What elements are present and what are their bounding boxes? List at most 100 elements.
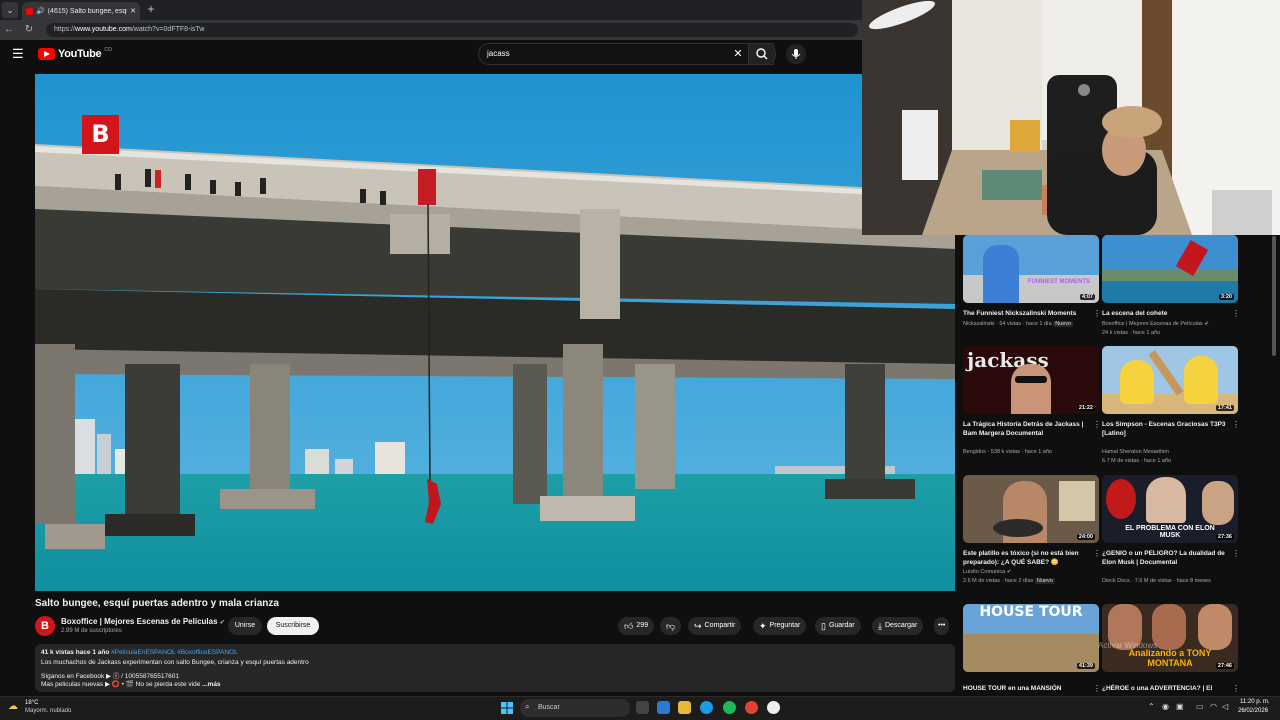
url-field[interactable]: https://www.youtube.com/watch?v=0dFTF8-i… xyxy=(46,23,858,37)
clear-search-icon[interactable]: ✕ xyxy=(731,46,745,62)
recommendation-channel: Hamal Sheraton Mesarthim xyxy=(1102,449,1169,455)
recommendation-stats: 2.6 M de vistas · hace 2 días Nuevo xyxy=(963,577,1099,585)
webcam-scene xyxy=(862,0,1280,235)
edge-icon[interactable] xyxy=(700,701,713,714)
kebab-menu-icon[interactable]: ⋮ xyxy=(1093,549,1101,558)
tray-app-icon[interactable]: ◉ xyxy=(1162,702,1169,711)
taskbar-date[interactable]: 26/02/2026 xyxy=(1238,708,1268,714)
reload-icon[interactable]: ↻ xyxy=(22,22,36,38)
new-tab-button[interactable]: + xyxy=(144,2,158,16)
video-thumbnail[interactable]: Analizando a TONY MONTANA 27:46 xyxy=(1102,604,1238,672)
search-input[interactable]: jacass xyxy=(478,43,774,65)
recommendation-title[interactable]: HOUSE TOUR en una MANSIÓN xyxy=(963,684,1089,693)
video-thumbnail[interactable]: 17:41 xyxy=(1102,346,1238,414)
join-button[interactable]: Unirse xyxy=(228,617,262,635)
url-scheme: https:// xyxy=(54,26,76,33)
recommendation-meta: Dieck Docs · 7.6 M de vistas · hace 8 me… xyxy=(1102,578,1211,584)
video-thumbnail[interactable]: HOUSE TOUR 41:39 xyxy=(963,604,1099,672)
recommendation-title[interactable]: ¿HÉROE o una ADVERTENCIA? | El xyxy=(1102,684,1228,693)
video-thumbnail[interactable]: FUNNIEST MOMENTS 4:07 xyxy=(963,235,1099,303)
spotify-icon[interactable] xyxy=(723,701,736,714)
save-button[interactable]: ▯ Guardar xyxy=(815,617,861,635)
dislike-button[interactable]: 👎︎ xyxy=(660,617,682,635)
task-view-icon[interactable] xyxy=(636,701,649,714)
weather-cloud-icon[interactable]: ☁ xyxy=(8,701,18,712)
channel-name[interactable]: Boxoffice | Mejores Escenas de Películas… xyxy=(61,617,225,626)
kebab-menu-icon[interactable]: ⋮ xyxy=(1232,549,1240,558)
video-duration: 27:46 xyxy=(1215,663,1234,669)
scrollbar-thumb[interactable] xyxy=(1272,236,1276,356)
kebab-menu-icon[interactable]: ⋮ xyxy=(1093,309,1101,318)
weather-temperature[interactable]: 18°C xyxy=(25,700,38,706)
close-tab-icon[interactable]: ✕ xyxy=(130,7,136,15)
video-thumbnail[interactable]: 24:00 xyxy=(963,475,1099,543)
video-thumbnail[interactable]: 3:20 xyxy=(1102,235,1238,303)
volume-icon[interactable]: ◁ xyxy=(1222,702,1228,711)
recommendation-title[interactable]: La Trágica Historia Detrás de Jackass | … xyxy=(963,420,1089,438)
taskbar-clock[interactable]: 11:20 p. m. xyxy=(1240,699,1270,705)
new-badge: Nuevo xyxy=(1053,321,1074,327)
kebab-menu-icon[interactable]: ⋮ xyxy=(1232,420,1240,429)
bookmark-icon: ▯ xyxy=(821,621,826,631)
channel-avatar[interactable]: B xyxy=(35,616,55,636)
video-title: Salto bungee, esquí puertas adentro y ma… xyxy=(35,598,279,609)
video-thumbnail[interactable]: jackass 21:22 xyxy=(963,346,1099,414)
more-actions-button[interactable]: ••• xyxy=(934,617,950,635)
youtube-logo[interactable]: YouTube CO xyxy=(38,47,112,61)
channel-watermark-logo[interactable]: B xyxy=(82,115,119,154)
recommendation-stats-text: 2.6 M de vistas · hace 2 días xyxy=(963,578,1034,584)
file-explorer-icon[interactable] xyxy=(678,701,691,714)
kebab-menu-icon[interactable]: ⋮ xyxy=(1093,420,1101,429)
hamburger-menu-icon[interactable]: ☰ xyxy=(12,47,26,61)
video-player[interactable] xyxy=(35,74,955,591)
recommendation-title[interactable]: La escena del cohete xyxy=(1102,309,1228,318)
speaker-icon[interactable]: 🔊 xyxy=(36,7,45,15)
video-duration: 27:36 xyxy=(1215,534,1234,540)
voice-search-button[interactable] xyxy=(786,44,806,64)
browser-tab-active[interactable]: 🔊 (4615) Salto bungee, esquí pu ✕ xyxy=(22,2,140,20)
description-line: Los muchachos de Jackass experimentan co… xyxy=(41,659,309,666)
kebab-menu-icon[interactable]: ⋮ xyxy=(1232,309,1240,318)
recommendation-meta: Bengidos · 538 k vistas · hace 1 año xyxy=(963,449,1052,455)
tab-list-button[interactable]: ⌄ xyxy=(2,2,18,18)
share-icon: ↪ xyxy=(694,621,702,631)
search-icon: ⌕ xyxy=(525,702,530,711)
subscriber-count: 2.99 M de suscriptores xyxy=(61,628,122,634)
recommendation-title[interactable]: The Funniest Nickszalinski Moments xyxy=(963,309,1089,318)
recommendation-title[interactable]: Este platillo es tóxico (si no está bien… xyxy=(963,549,1089,567)
ask-button[interactable]: ✦ Preguntar xyxy=(753,617,807,635)
recommendation-title[interactable]: Los Simpson - Escenas Graciosas T3P3 [La… xyxy=(1102,420,1228,438)
save-label: Guardar xyxy=(828,622,855,629)
subscribe-button[interactable]: Suscribirse xyxy=(267,617,319,635)
kebab-menu-icon[interactable]: ⋮ xyxy=(1232,684,1240,693)
channel-name-text: Boxoffice | Mejores Escenas de Películas xyxy=(61,617,218,626)
copilot-icon[interactable] xyxy=(657,701,670,714)
recommendation-meta: Boxoffice | Mejores Escenas de Películas… xyxy=(1102,320,1238,328)
app-icon[interactable] xyxy=(767,701,780,714)
taskbar-search-label: Buscar xyxy=(538,704,560,711)
hashtags[interactable]: #PeliculaEnESPANOL #BoxofficeESPANOL xyxy=(111,649,238,656)
download-icon: ⤓ xyxy=(878,621,882,631)
kebab-menu-icon[interactable]: ⋮ xyxy=(1093,684,1101,693)
share-button[interactable]: ↪ Compartir xyxy=(688,617,742,635)
like-button[interactable]: 👍︎ 299 xyxy=(618,617,655,635)
back-icon[interactable]: ← xyxy=(2,22,16,38)
video-thumbnail[interactable]: EL PROBLEMA CON ELON MUSK 27:36 xyxy=(1102,475,1238,543)
show-more-link[interactable]: ...más xyxy=(202,681,220,688)
tray-chat-icon[interactable]: ▣ xyxy=(1176,702,1184,711)
recommendation-stats: 24 k vistas · hace 1 año xyxy=(1102,330,1161,336)
chrome-icon[interactable] xyxy=(745,701,758,714)
taskbar-search[interactable]: Buscar xyxy=(520,699,630,717)
youtube-favicon-icon xyxy=(26,7,33,15)
tray-overflow-icon[interactable]: ⌃ xyxy=(1148,702,1155,711)
wifi-icon[interactable]: ◠ xyxy=(1210,702,1217,711)
share-label: Compartir xyxy=(704,622,736,629)
download-button[interactable]: ⤓ Descargar xyxy=(872,617,924,635)
recommendation-channel-stats: Nickszalinski · 54 vistas · hace 1 día xyxy=(963,321,1052,327)
network-icon[interactable]: ▭ xyxy=(1196,702,1204,711)
windows-start-icon[interactable] xyxy=(501,701,513,714)
search-button[interactable] xyxy=(748,43,776,65)
recommendation-title[interactable]: ¿GENIO o un PELIGRO? La dualidad de Elon… xyxy=(1102,549,1228,567)
weather-description[interactable]: Mayorm. nublado xyxy=(25,708,71,714)
activate-windows-watermark: Activar Windows xyxy=(1098,641,1158,650)
